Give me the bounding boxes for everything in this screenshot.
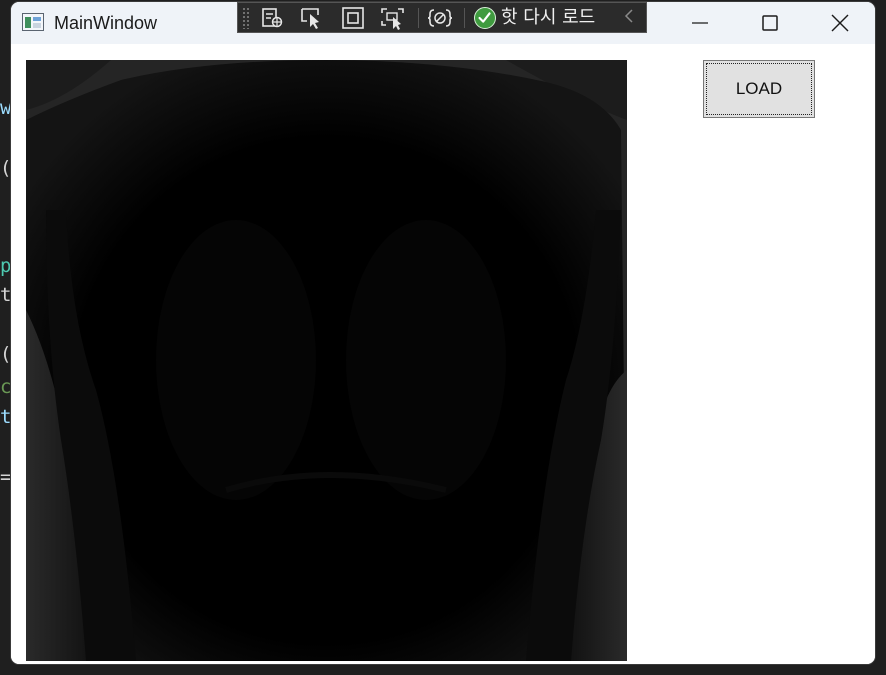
minimize-icon <box>692 22 708 24</box>
close-icon <box>831 14 849 32</box>
binding-failures-icon[interactable] <box>426 6 454 30</box>
maximize-button[interactable] <box>735 2 805 44</box>
toolbar-grip[interactable] <box>242 7 250 29</box>
main-window: MainWindow 핫 다시 로드 LOAD <box>11 2 875 664</box>
window-title: MainWindow <box>54 13 158 33</box>
load-button-label: LOAD <box>735 79 783 98</box>
maximize-icon <box>762 15 778 31</box>
client-area: LOAD <box>11 44 875 664</box>
minimize-button[interactable] <box>665 2 735 44</box>
chevron-left-icon[interactable] <box>624 8 634 24</box>
xray-image <box>26 60 627 661</box>
track-focused-element-icon[interactable] <box>379 6 407 30</box>
display-layout-adorners-icon[interactable] <box>339 6 367 30</box>
title-bar[interactable]: MainWindow 핫 다시 로드 <box>11 2 875 44</box>
close-button[interactable] <box>805 2 875 44</box>
hot-reload-label: 핫 다시 로드 <box>501 7 596 28</box>
check-circle-icon <box>474 7 496 29</box>
load-button[interactable]: LOAD <box>703 60 815 118</box>
xaml-debug-toolbar: 핫 다시 로드 <box>237 2 647 33</box>
live-visual-tree-icon[interactable] <box>258 6 286 30</box>
wpf-window-icon <box>22 13 44 31</box>
select-element-icon[interactable] <box>298 6 326 30</box>
